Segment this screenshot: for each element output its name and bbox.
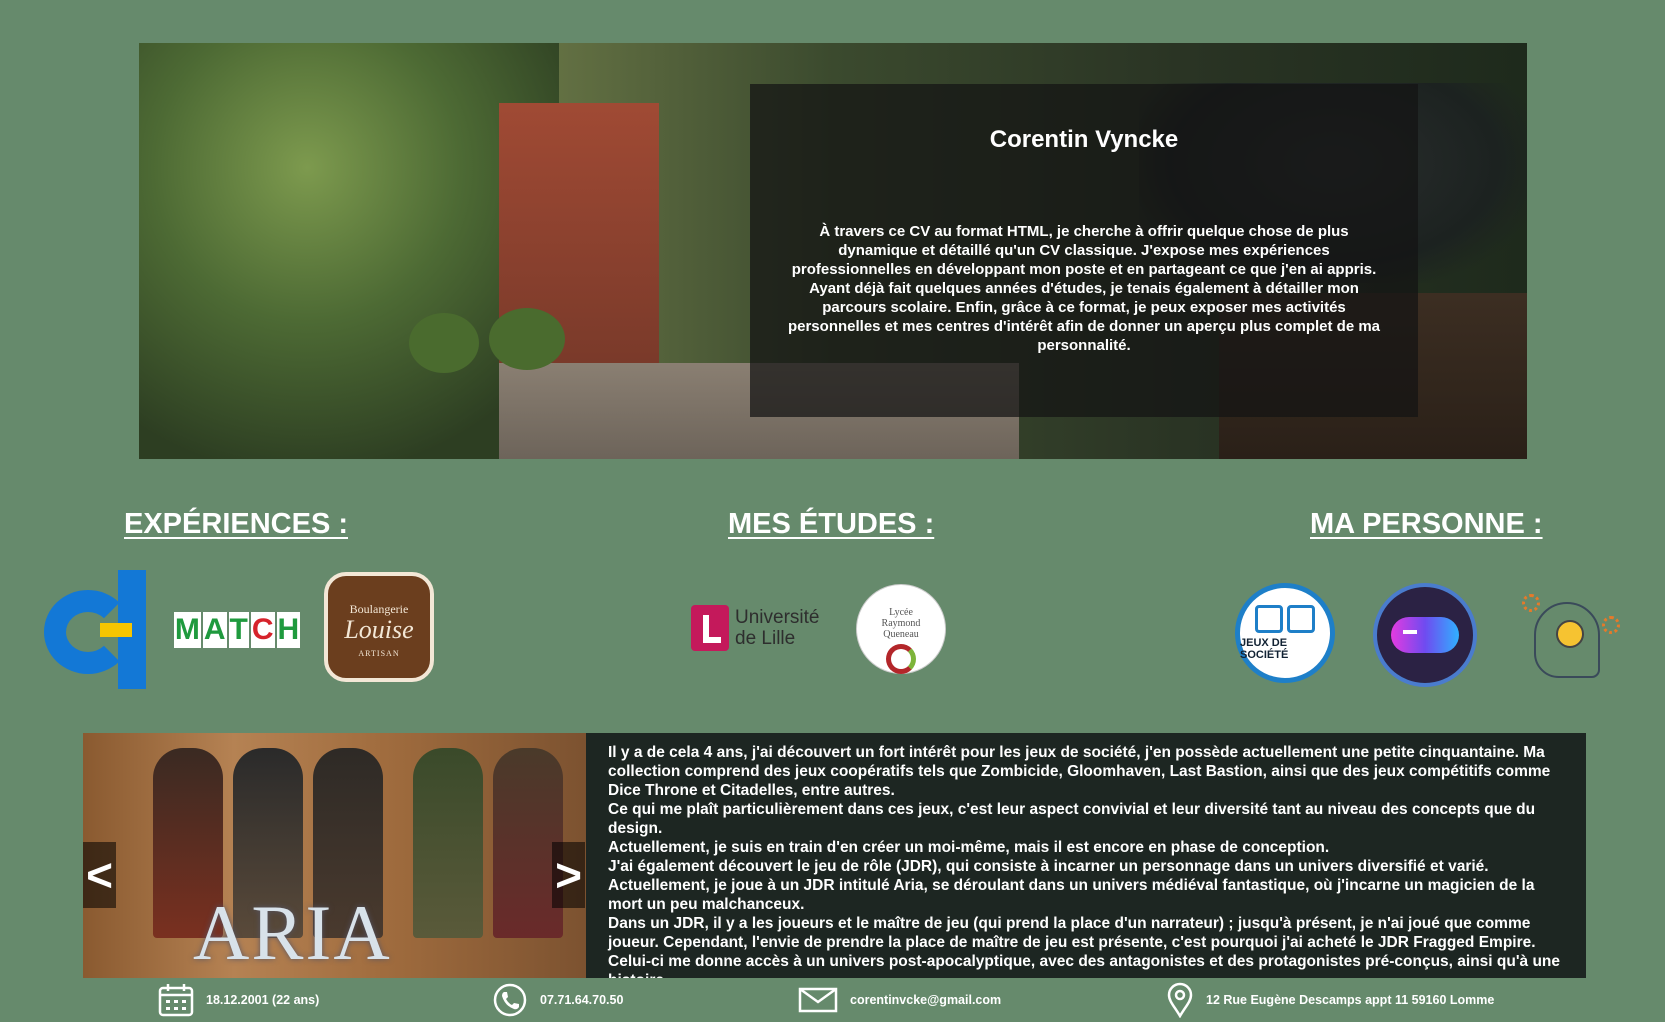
lightbulb-icon [1556, 620, 1584, 648]
lille-text: Université de Lille [735, 607, 819, 649]
video-games-logo[interactable] [1373, 583, 1477, 687]
gear-icon [1522, 594, 1540, 612]
lille-mark-icon [691, 605, 729, 651]
queneau-text: Lycée Raymond Queneau [857, 607, 945, 640]
ch-logo[interactable] [44, 570, 148, 689]
hero-photo-foliage [139, 43, 559, 459]
description-line: Ce qui me plaît particulièrement dans ce… [608, 801, 1536, 837]
gear-icon [1602, 616, 1620, 634]
description-line: Celui-ci me donne accès à un univers pos… [608, 953, 1561, 978]
match-letter: A [202, 612, 227, 648]
contact-footer: 18.12.2001 (22 ans) 07.71.64.70.50 coren… [0, 978, 1665, 1022]
hero-name: Corentin Vyncke [989, 126, 1179, 153]
phone-text: 07.71.64.70.50 [540, 993, 624, 1007]
description-line: Il y a de cela 4 ans, j'ai découvert un … [608, 744, 1551, 799]
match-letter: M [173, 612, 201, 648]
ideas-logo[interactable] [1518, 582, 1622, 686]
footer-address: 12 Rue Eugène Descamps appt 11 59160 Lom… [1166, 978, 1494, 1022]
queneau-line3: Queneau [883, 629, 919, 640]
louise-name-text: Louise [344, 615, 414, 644]
slider-prev-button[interactable]: < [83, 842, 116, 908]
die [1287, 605, 1315, 633]
description-line: Actuellement, je joue à un JDR intitulé … [608, 877, 1535, 913]
ch-logo-dash [100, 623, 132, 637]
section-title-studies[interactable]: MES ÉTUDES : [728, 508, 934, 541]
hero-intro-text: À travers ce CV au format HTML, je cherc… [787, 223, 1381, 354]
lycee-queneau-logo[interactable]: Lycée Raymond Queneau [856, 584, 946, 674]
hero-photo-plant [409, 313, 479, 373]
email-text: corentinvcke@gmail.com [850, 993, 1002, 1007]
calendar-icon [158, 984, 194, 1017]
hero-photo-plant [489, 308, 565, 370]
match-letter: C [250, 612, 275, 648]
image-slider: ARIA [83, 733, 586, 978]
hero-intro-box: Corentin Vyncke À travers ce CV au forma… [750, 84, 1418, 417]
queneau-q-icon [886, 644, 916, 674]
description-line: Actuellement, je suis en train d'en crée… [608, 839, 1330, 856]
jeux-label: JEUX DE SOCIÉTÉ [1240, 637, 1289, 661]
phone-icon [493, 983, 527, 1017]
mail-icon [798, 987, 838, 1013]
boulangerie-louise-logo[interactable]: Boulangerie Louise ARTISAN [324, 572, 434, 682]
queneau-line1: Lycée [889, 607, 913, 618]
slider-character [413, 748, 483, 938]
match-letter: T [228, 612, 249, 648]
dice-icon [1255, 605, 1315, 633]
match-letter: H [276, 612, 301, 648]
board-games-logo[interactable]: JEUX DE SOCIÉTÉ [1235, 583, 1335, 683]
match-logo[interactable]: M A T C H [167, 608, 307, 652]
hero-banner: Corentin Vyncke À travers ce CV au forma… [139, 43, 1527, 459]
gamepad-icon [1391, 617, 1459, 653]
universite-lille-logo[interactable]: Université de Lille [691, 604, 833, 652]
lille-line1: Université [735, 607, 820, 628]
birthdate-text: 18.12.2001 (22 ans) [206, 993, 320, 1007]
section-title-personal[interactable]: MA PERSONNE : [1310, 508, 1543, 541]
address-text: 12 Rue Eugène Descamps appt 11 59160 Lom… [1206, 993, 1495, 1007]
die [1255, 605, 1283, 633]
footer-phone[interactable]: 07.71.64.70.50 [492, 978, 623, 1022]
lille-line2: de Lille [735, 628, 796, 649]
description-line: Dans un JDR, il y a les joueurs et le ma… [608, 915, 1536, 951]
slider-next-button[interactable]: > [552, 842, 585, 908]
description-text: Il y a de cela 4 ans, j'ai découvert un … [586, 733, 1586, 978]
section-title-experiences[interactable]: EXPÉRIENCES : [124, 508, 348, 541]
footer-email[interactable]: corentinvcke@gmail.com [798, 978, 1001, 1022]
footer-birthdate: 18.12.2001 (22 ans) [158, 978, 319, 1022]
location-pin-icon [1167, 982, 1193, 1018]
description-panel: Il y a de cela 4 ans, j'ai découvert un … [586, 733, 1586, 978]
slider-cover-title: ARIA [193, 889, 392, 976]
description-line: J'ai également découvert le jeu de rôle … [608, 858, 1489, 875]
queneau-line2: Raymond [881, 618, 921, 629]
louise-bottom-text: ARTISAN [358, 649, 400, 658]
